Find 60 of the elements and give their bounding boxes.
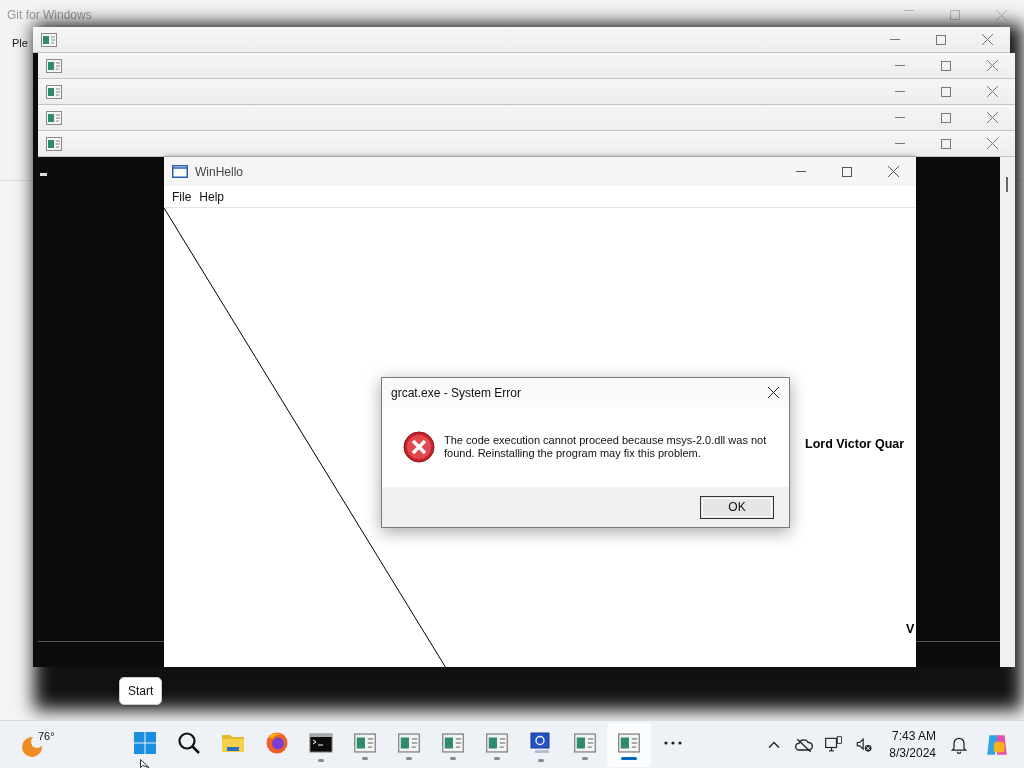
app-icon xyxy=(354,732,376,753)
maximize-icon xyxy=(941,138,951,149)
maximize-icon xyxy=(941,112,951,123)
maximize-icon xyxy=(941,86,951,97)
canvas-text: Lord Victor Quar xyxy=(805,437,905,451)
close-icon xyxy=(981,34,993,45)
app-icon xyxy=(46,84,62,99)
clock-date: 8/3/2024 xyxy=(889,744,936,762)
minimize-icon xyxy=(904,9,914,11)
dialog-title: grcat.exe - System Error xyxy=(391,385,522,400)
app-icon xyxy=(618,732,640,753)
maximize-icon xyxy=(936,34,946,45)
close-icon xyxy=(986,60,998,71)
scrollbar[interactable] xyxy=(1000,157,1015,667)
more-icon xyxy=(664,740,682,745)
scrollbar-thumb[interactable] xyxy=(1006,177,1008,192)
close-icon xyxy=(995,9,1007,21)
maximize-icon xyxy=(950,9,960,20)
clock-time: 7:43 AM xyxy=(891,727,936,745)
window-icon xyxy=(172,165,188,178)
app-icon xyxy=(46,58,62,73)
minimize-icon xyxy=(895,117,905,118)
menu-item[interactable]: Help xyxy=(195,189,229,204)
monitor-icon xyxy=(529,730,553,755)
menu-item[interactable]: File xyxy=(168,189,196,204)
minimize-icon xyxy=(890,39,900,40)
minimize-icon xyxy=(895,143,905,144)
app-icon xyxy=(574,732,596,753)
app-icon xyxy=(41,32,57,47)
maximize-icon xyxy=(941,60,951,71)
clock[interactable]: 7:43 AM 8/3/2024 xyxy=(889,727,936,762)
window-title: Git for Windows xyxy=(7,8,92,22)
minimize-icon xyxy=(796,171,806,172)
close-icon xyxy=(986,138,998,149)
window-title: WinHello xyxy=(195,164,243,179)
terminal-icon xyxy=(309,730,333,755)
browser-icon xyxy=(265,730,289,755)
error-message: The code execution cannot proceed because msys-2.0.dll was not found. Reinstalling the program may fix this problem. xyxy=(444,434,768,460)
close-icon xyxy=(767,387,779,398)
error-icon xyxy=(403,431,435,463)
app-icon xyxy=(46,110,62,125)
app-icon xyxy=(486,732,508,753)
canvas-text: V xyxy=(906,622,915,636)
close-icon xyxy=(986,86,998,97)
app-icon xyxy=(398,732,420,753)
tooltip: Start xyxy=(119,677,163,705)
maximize-icon xyxy=(842,166,852,177)
app-icon xyxy=(46,136,62,151)
minimize-icon xyxy=(895,65,905,66)
minimize-icon xyxy=(895,91,905,92)
text-cursor xyxy=(40,173,47,176)
window-text: Ple xyxy=(12,37,28,49)
windows-logo-icon xyxy=(133,730,157,755)
temperature-text: 76° xyxy=(38,729,55,742)
close-icon xyxy=(887,166,899,177)
close-icon xyxy=(986,112,998,123)
app-icon xyxy=(442,732,464,753)
ok-button[interactable]: OK xyxy=(700,495,774,519)
search-icon xyxy=(177,730,201,755)
cursor-icon xyxy=(140,759,150,768)
